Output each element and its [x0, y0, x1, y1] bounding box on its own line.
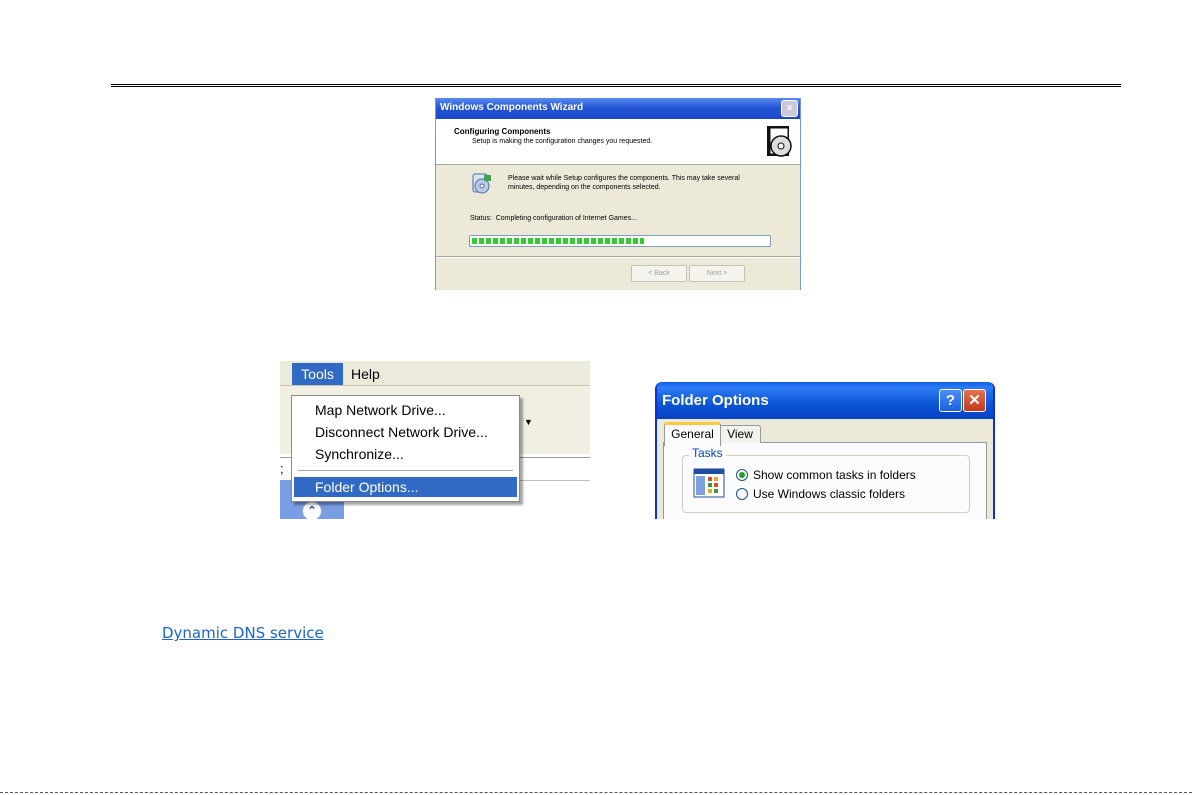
wizard-title-bar: Windows Components Wizard × [436, 98, 800, 119]
wizard-message: Please wait while Setup configures the c… [508, 175, 740, 191]
menu-help[interactable]: Help [351, 363, 380, 385]
wizard-header: Configuring Components Setup is making t… [436, 119, 800, 165]
wizard-title: Windows Components Wizard [440, 102, 584, 113]
dynamic-dns-link[interactable]: Dynamic DNS service [162, 624, 324, 642]
tasks-group [682, 455, 970, 513]
setup-computer-icon [472, 173, 491, 194]
radio-use-classic-folders[interactable] [736, 488, 748, 500]
close-icon[interactable]: ✕ [963, 389, 986, 412]
folder-options-screenshot: Folder Options ? ✕ View General Tasks Sh… [655, 382, 995, 519]
progress-bar [469, 235, 771, 247]
wizard-subheading: Setup is making the configuration change… [472, 138, 653, 145]
radio-show-common-tasks[interactable] [736, 469, 748, 481]
status-text: Completing configuration of Internet Gam… [495, 215, 637, 222]
menu-item-disconnect-network-drive[interactable]: Disconnect Network Drive... [294, 422, 517, 442]
progress-fill [472, 238, 644, 244]
menu-separator [298, 470, 513, 471]
components-wizard-screenshot: Windows Components Wizard × Configuring … [435, 98, 801, 290]
tools-dropdown: Map Network Drive... Disconnect Network … [291, 395, 520, 502]
wizard-status: Status: Completing configuration of Inte… [470, 215, 637, 222]
tools-menu-screenshot: Tools Help ▼ ; ⌃ Map Network Drive... Di… [280, 361, 590, 519]
back-button[interactable]: < Back [631, 265, 687, 282]
tasks-icon [693, 468, 725, 498]
menu-tools[interactable]: Tools [292, 363, 343, 385]
tab-view[interactable]: View [719, 425, 761, 443]
address-fragment: ; [280, 461, 284, 476]
menu-item-folder-options[interactable]: Folder Options... [294, 477, 517, 497]
tab-general[interactable]: General [664, 422, 721, 446]
chevron-up-icon[interactable]: ⌃ [302, 501, 322, 519]
status-label: Status: [470, 215, 492, 222]
next-button[interactable]: Next > [689, 265, 745, 282]
bottom-rule [0, 792, 1192, 793]
wizard-heading: Configuring Components [454, 127, 551, 136]
option-show-common-tasks[interactable]: Show common tasks in folders [753, 468, 916, 482]
tasks-group-label: Tasks [689, 446, 726, 460]
wizard-cd-icon [767, 126, 792, 157]
dropdown-arrow-icon[interactable]: ▼ [524, 417, 533, 427]
menu-item-synchronize[interactable]: Synchronize... [294, 444, 517, 464]
folder-options-title: Folder Options [662, 392, 769, 409]
wizard-separator [436, 256, 800, 258]
menu-item-map-network-drive[interactable]: Map Network Drive... [294, 400, 517, 420]
option-use-classic-folders[interactable]: Use Windows classic folders [753, 487, 905, 501]
close-icon[interactable]: × [781, 100, 798, 117]
top-rule [111, 84, 1121, 87]
help-icon[interactable]: ? [939, 389, 962, 412]
